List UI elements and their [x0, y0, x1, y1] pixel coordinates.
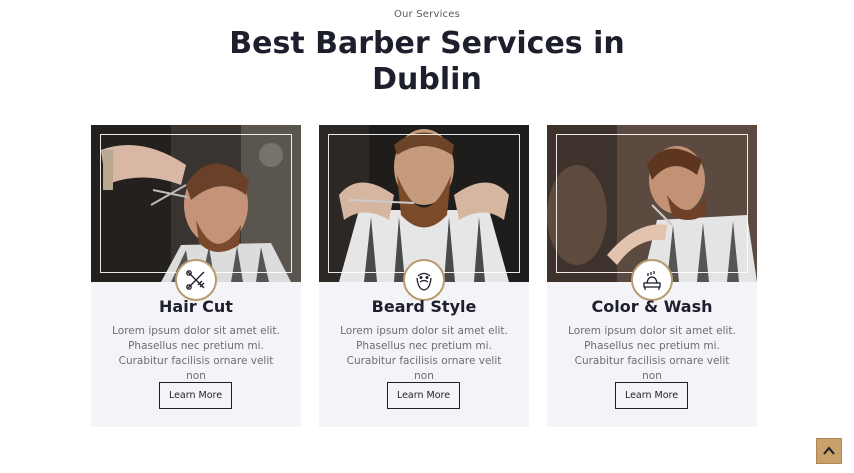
beard-face-icon — [403, 259, 445, 301]
service-description: Lorem ipsum dolor sit amet elit. Phasell… — [340, 325, 508, 382]
learn-more-button[interactable]: Learn More — [159, 382, 232, 409]
hair-wash-icon — [631, 259, 673, 301]
service-card-hair-cut: Hair Cut Lorem ipsum dolor sit amet elit… — [91, 125, 301, 427]
service-title: Color & Wash — [591, 297, 713, 316]
scroll-to-top-button[interactable] — [816, 438, 842, 464]
photo-frame — [328, 134, 520, 273]
service-card-color-wash: Color & Wash Lorem ipsum dolor sit amet … — [547, 125, 757, 427]
service-title: Beard Style — [371, 297, 477, 316]
service-card-beard-style: Beard Style Lorem ipsum dolor sit amet e… — [319, 125, 529, 427]
service-description: Lorem ipsum dolor sit amet elit. Phasell… — [568, 325, 736, 382]
service-description: Lorem ipsum dolor sit amet elit. Phasell… — [112, 325, 280, 382]
section-eyebrow: Our Services — [393, 9, 461, 20]
photo-frame — [100, 134, 292, 273]
photo-frame — [556, 134, 748, 273]
learn-more-button[interactable]: Learn More — [387, 382, 460, 409]
services-section: Our Services Best Barber Services in Dub… — [0, 0, 854, 473]
service-title: Hair Cut — [159, 297, 233, 316]
scissors-comb-icon — [175, 259, 217, 301]
chevron-up-icon — [823, 446, 835, 455]
section-title: Best Barber Services in Dublin — [229, 26, 625, 97]
learn-more-button[interactable]: Learn More — [615, 382, 688, 409]
